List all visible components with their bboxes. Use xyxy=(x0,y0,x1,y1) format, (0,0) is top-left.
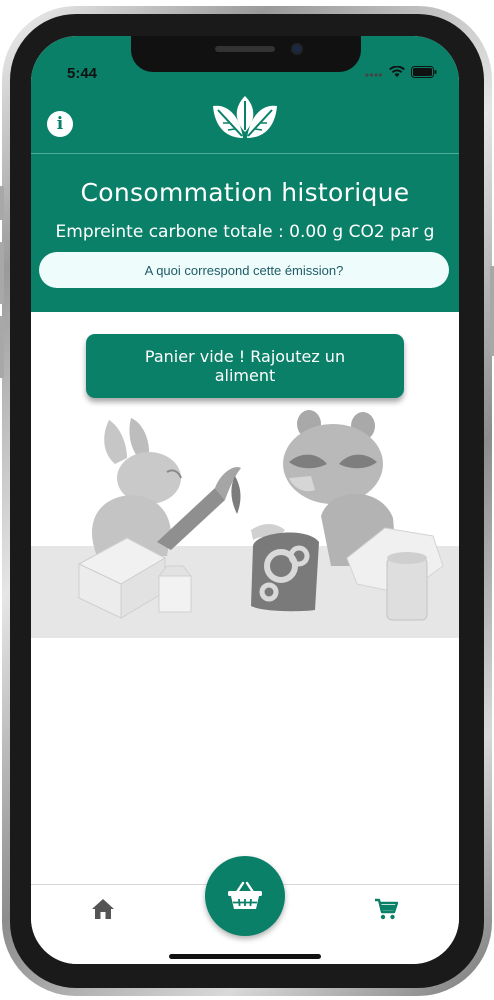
front-camera xyxy=(291,43,303,55)
app-screen: 5:44 i Consommation historique Empreinte… xyxy=(31,36,459,964)
carbon-footprint-text: Empreinte carbone totale : 0.00 g CO2 pa… xyxy=(55,222,435,242)
status-time: 5:44 xyxy=(67,65,98,82)
mute-switch xyxy=(0,186,4,220)
cart-icon[interactable] xyxy=(374,898,398,920)
home-icon[interactable] xyxy=(91,898,115,920)
leaf-logo-icon xyxy=(213,96,277,138)
battery-icon xyxy=(411,66,437,78)
phone-notch xyxy=(131,36,361,72)
emission-info-link[interactable]: A quoi correspond cette émission? xyxy=(39,252,449,288)
volume-down-button xyxy=(0,316,4,378)
info-icon[interactable]: i xyxy=(47,111,73,137)
summary-panel: Consommation historique Empreinte carbon… xyxy=(31,154,459,312)
speaker-grille xyxy=(215,46,275,52)
empty-basket-button[interactable]: Panier vide ! Rajoutez un aliment xyxy=(86,334,404,398)
power-button xyxy=(490,266,494,356)
basket-icon xyxy=(228,881,262,909)
rabbit-and-raccoon-illustration xyxy=(31,410,459,638)
status-icons xyxy=(365,66,437,78)
volume-up-button xyxy=(0,242,4,304)
basket-button[interactable] xyxy=(205,856,285,936)
wifi-icon xyxy=(389,66,405,77)
signal-icon xyxy=(365,73,383,77)
home-indicator xyxy=(169,954,321,959)
page-title: Consommation historique xyxy=(80,178,410,207)
